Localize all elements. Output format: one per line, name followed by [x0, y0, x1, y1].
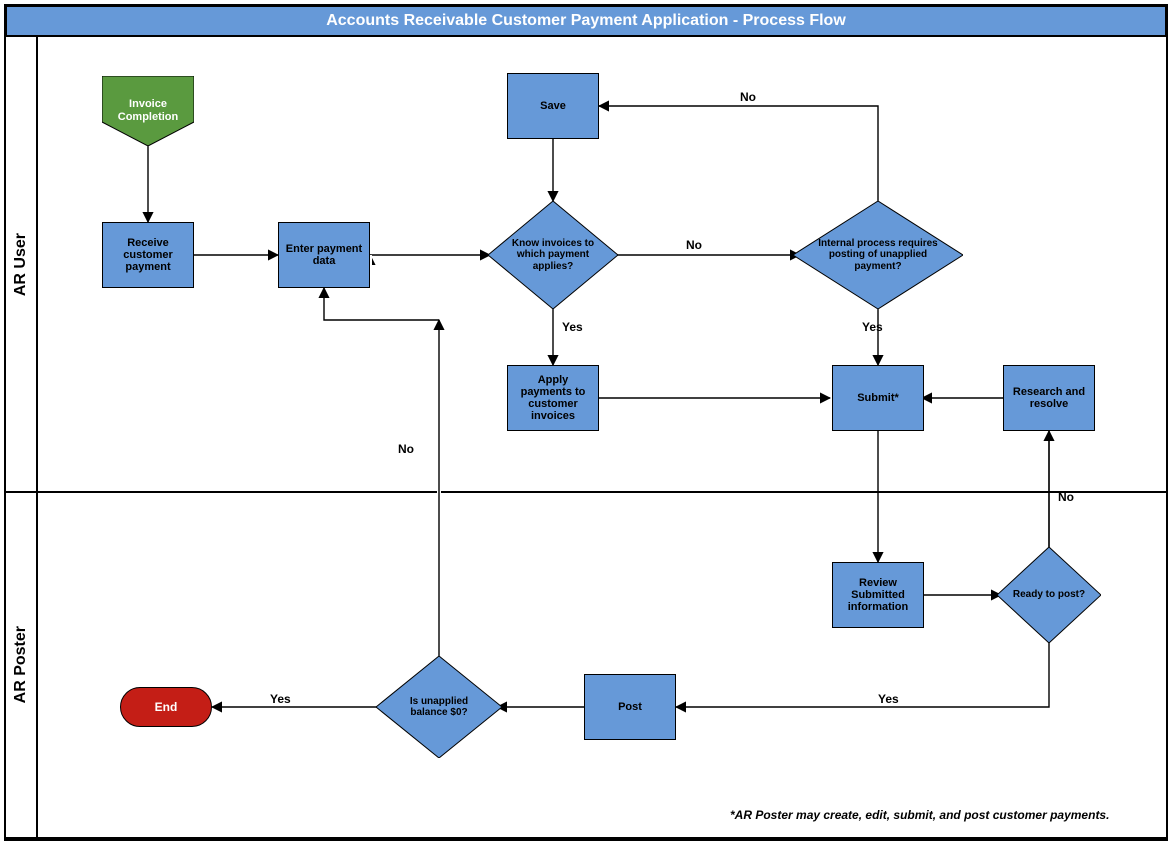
node-apply-payments: Apply payments to customer invoices — [507, 365, 599, 431]
node-post: Post — [584, 674, 676, 740]
title-text: Accounts Receivable Customer Payment App… — [326, 12, 846, 29]
node-text: Post — [618, 701, 642, 713]
node-text: Is unapplied balance $0? — [376, 656, 502, 758]
label-know-yes: Yes — [562, 320, 583, 334]
decision-ready-to-post: Ready to post? — [997, 547, 1101, 643]
node-research-resolve: Research and resolve — [1003, 365, 1095, 431]
node-receive-payment: Receive customer payment — [102, 222, 194, 288]
label-unapplied-yes: Yes — [270, 692, 291, 706]
node-enter-payment-data: Enter payment data — [278, 222, 370, 288]
decision-internal-process: Internal process requires posting of una… — [793, 201, 963, 309]
node-text: Review Submitted information — [837, 577, 919, 613]
node-review-submitted: Review Submitted information — [832, 562, 924, 628]
lane-label-ar-user: AR User — [6, 37, 38, 492]
label-internal-yes: Yes — [862, 320, 883, 334]
node-text: Internal process requires posting of una… — [793, 201, 963, 309]
node-save: Save — [507, 73, 599, 139]
node-text: Ready to post? — [997, 547, 1101, 643]
node-text: Know invoices to which payment applies? — [488, 201, 618, 309]
label-unapplied-no: No — [398, 442, 414, 456]
node-text: End — [155, 700, 178, 714]
node-text: Receive customer payment — [107, 237, 189, 273]
node-text: Enter payment data — [283, 243, 365, 267]
title-bar: Accounts Receivable Customer Payment App… — [6, 6, 1166, 36]
node-end: End — [120, 687, 212, 727]
node-text: Apply payments to customer invoices — [512, 374, 594, 422]
decision-unapplied-balance: Is unapplied balance $0? — [376, 656, 502, 758]
node-text: Submit* — [857, 392, 899, 404]
lane-label-text: AR User — [12, 233, 30, 296]
label-internal-no: No — [740, 90, 756, 104]
lane-label-text: AR Poster — [12, 626, 30, 703]
node-submit: Submit* — [832, 365, 924, 431]
node-text: Research and resolve — [1008, 386, 1090, 410]
start-invoice-completion: Invoice Completion — [102, 76, 194, 146]
node-text: Save — [540, 100, 566, 112]
decision-know-invoices: Know invoices to which payment applies? — [488, 201, 618, 309]
label-know-no: No — [686, 238, 702, 252]
footnote: *AR Poster may create, edit, submit, and… — [730, 808, 1109, 822]
label-ready-no: No — [1058, 490, 1074, 504]
lane-ar-poster: AR Poster — [6, 491, 1166, 839]
label-ready-yes: Yes — [878, 692, 899, 706]
diagram-stage: Accounts Receivable Customer Payment App… — [0, 0, 1172, 845]
lane-label-ar-poster: AR Poster — [6, 492, 38, 837]
start-label: Invoice Completion — [102, 76, 194, 146]
